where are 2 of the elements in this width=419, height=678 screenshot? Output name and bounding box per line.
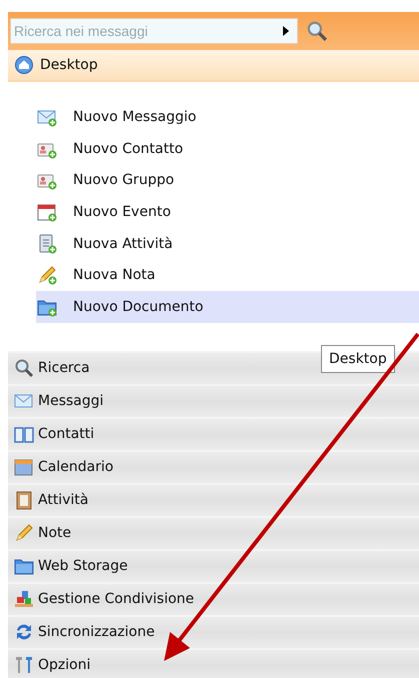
section-title: Desktop bbox=[40, 57, 98, 73]
tooltip: Desktop bbox=[321, 345, 395, 373]
